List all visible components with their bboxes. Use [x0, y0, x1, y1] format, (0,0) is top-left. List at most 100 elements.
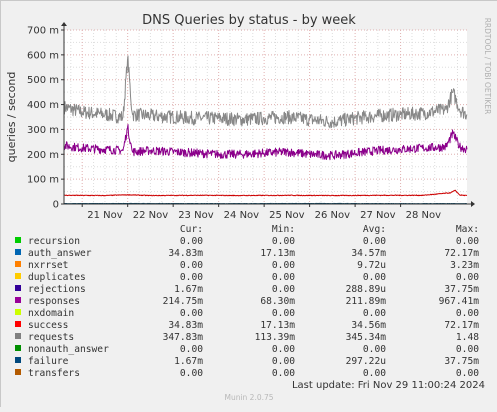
legend-series-name: requests [28, 332, 74, 343]
chart-title: DNS Queries by status - by week [142, 13, 356, 28]
legend-value: 113.39m [255, 332, 296, 343]
legend-swatch [15, 345, 21, 351]
legend-value: 0.00 [272, 236, 295, 247]
legend-value: 288.89u [346, 284, 386, 295]
legend-value: 0.00 [456, 272, 479, 283]
y-tick-label: 400 m [27, 100, 59, 111]
dns-queries-chart: DNS Queries by status - by week queries … [1, 1, 497, 408]
legend-series-name: nonauth_answer [28, 344, 109, 355]
legend-swatch [15, 369, 21, 375]
legend-value: 3.23m [450, 260, 479, 271]
munin-version: Munin 2.0.75 [224, 393, 273, 402]
x-tick-label: 28 Nov [406, 210, 442, 221]
legend-value: 211.89m [346, 296, 387, 307]
legend-value: 0.00 [272, 272, 295, 283]
legend-value: 345.34m [346, 332, 387, 343]
legend-value: 0.00 [180, 368, 203, 379]
legend-value: 0.00 [272, 344, 295, 355]
munin-graph: DNS Queries by status - by week queries … [0, 0, 497, 407]
legend-value: 0.00 [180, 344, 203, 355]
legend-series-name: success [28, 320, 68, 331]
x-tick-label: 26 Nov [315, 210, 351, 221]
legend-value: 34.83m [168, 320, 203, 331]
legend-swatch [15, 333, 21, 339]
legend-value: 214.75m [163, 296, 204, 307]
legend-value: 0.00 [272, 308, 295, 319]
legend-value: 297.22u [346, 356, 386, 367]
legend-value: 0.00 [363, 344, 386, 355]
legend-swatch [15, 297, 21, 303]
legend-value: 34.83m [168, 248, 203, 259]
legend-value: 0.00 [456, 344, 479, 355]
legend-header: Cur: [180, 224, 203, 235]
legend-value: 0.00 [180, 308, 203, 319]
legend-series-name: responses [28, 296, 80, 307]
legend-series-name: auth_answer [28, 248, 92, 259]
legend-swatch [15, 261, 21, 267]
legend-value: 17.13m [260, 248, 295, 259]
legend-value: 1.67m [174, 284, 203, 295]
legend-value: 1.67m [174, 356, 203, 367]
legend-series-name: transfers [28, 368, 80, 379]
legend-swatch [15, 285, 21, 291]
legend-series-name: rejections [28, 284, 86, 295]
legend-value: 37.75m [444, 356, 479, 367]
legend-header: Avg: [363, 224, 386, 235]
x-tick-label: 25 Nov [269, 210, 305, 221]
y-tick-label: 700 m [27, 26, 59, 37]
legend-value: 37.75m [444, 284, 479, 295]
last-update-text: Last update: Fri Nov 29 11:00:24 2024 [292, 380, 485, 391]
x-tick-label: 22 Nov [133, 210, 169, 221]
legend-value: 68.30m [260, 296, 295, 307]
legend-value: 967.41m [439, 296, 480, 307]
y-tick-label: 600 m [27, 50, 59, 61]
legend-swatch [15, 309, 21, 315]
legend-value: 0.00 [363, 236, 386, 247]
legend-value: 0.00 [456, 308, 479, 319]
legend-series-name: nxrrset [28, 260, 68, 271]
legend-value: 0.00 [456, 368, 479, 379]
legend-value: 72.17m [444, 320, 479, 331]
legend-value: 34.56m [351, 320, 386, 331]
x-tick-label: 27 Nov [360, 210, 396, 221]
legend-swatch [15, 321, 21, 327]
legend-header: Min: [272, 224, 295, 235]
y-tick-label: 0 [53, 200, 59, 211]
x-tick-label: 23 Nov [178, 210, 214, 221]
legend-value: 347.83m [163, 332, 204, 343]
y-axis-label: queries / second [5, 72, 18, 163]
legend-value: 0.00 [363, 368, 386, 379]
y-tick-label: 500 m [27, 75, 59, 86]
legend-value: 9.72u [357, 260, 386, 271]
rrdtool-watermark: RRDTOOL / TOBI OETIKER [483, 18, 492, 115]
legend-value: 0.00 [272, 368, 295, 379]
legend-value: 0.00 [180, 272, 203, 283]
legend-value: 0.00 [363, 272, 386, 283]
legend-series-name: failure [28, 356, 69, 367]
legend-header: Max: [456, 224, 479, 235]
legend-value: 0.00 [456, 236, 479, 247]
legend-value: 34.57m [351, 248, 386, 259]
legend-value: 0.00 [272, 284, 295, 295]
legend-value: 0.00 [272, 356, 295, 367]
legend-value: 1.48 [456, 332, 479, 343]
y-tick-label: 200 m [27, 150, 59, 161]
legend-swatch [15, 237, 21, 243]
legend-series-name: recursion [28, 236, 80, 247]
legend-value: 0.00 [363, 308, 386, 319]
legend-value: 0.00 [272, 260, 295, 271]
plot-area: 0 100 m 200 m 300 m 400 m 500 m 600 m 700 m 21 N… [27, 22, 475, 221]
x-tick-label: 21 Nov [87, 210, 123, 221]
legend-series-name: duplicates [28, 272, 86, 283]
legend-value: 0.00 [180, 260, 203, 271]
y-tick-label: 100 m [27, 175, 59, 186]
legend-swatch [15, 273, 21, 279]
legend-value: 17.13m [260, 320, 295, 331]
x-tick-label: 24 Nov [224, 210, 260, 221]
legend-value: 72.17m [444, 248, 479, 259]
y-tick-label: 300 m [27, 125, 59, 136]
legend-swatch [15, 249, 21, 255]
legend-value: 0.00 [180, 236, 203, 247]
legend-swatch [15, 357, 21, 363]
legend-series-name: nxdomain [28, 308, 74, 319]
